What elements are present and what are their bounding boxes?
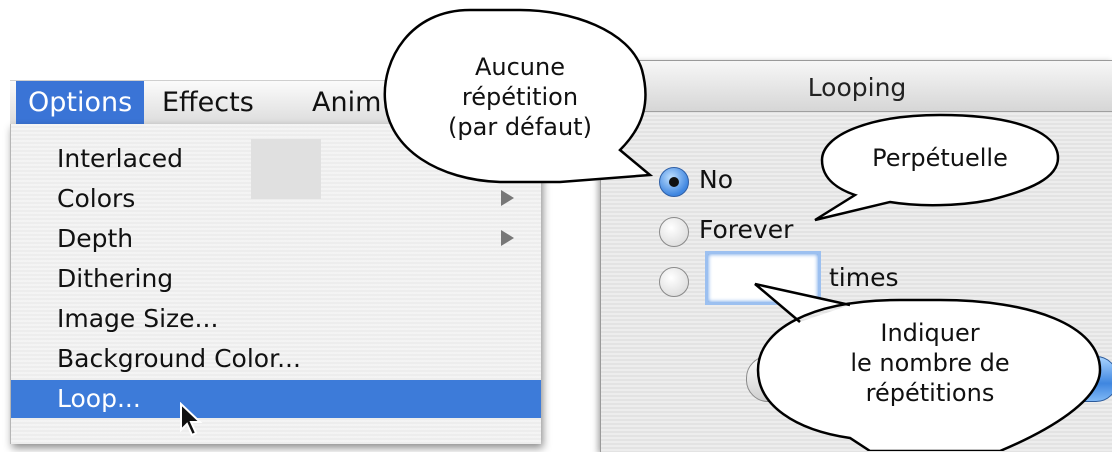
callout-text-count: Indiquer le nombre de répétitions xyxy=(850,319,1010,407)
callout-text-no-repeat: Aucune répétition (par défaut) xyxy=(448,53,592,141)
callout-text-forever: Perpétuelle xyxy=(872,144,1008,172)
